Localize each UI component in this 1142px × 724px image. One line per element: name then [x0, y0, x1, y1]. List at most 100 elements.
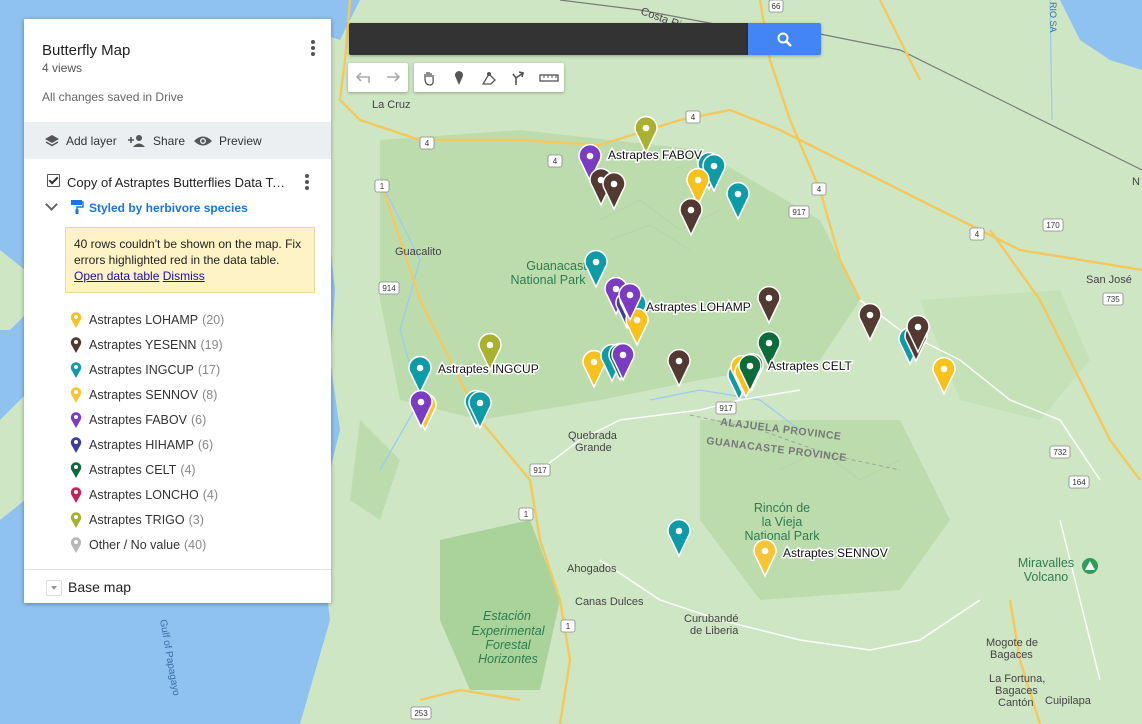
directions-icon	[512, 70, 524, 85]
road-shield: 66	[768, 0, 784, 13]
road-shield-number: 735	[1106, 295, 1120, 304]
collapse-chevron-icon[interactable]	[45, 198, 58, 211]
road-shield-number: 66	[772, 2, 781, 11]
place-label-quebrada-grande-2: Grande	[575, 442, 612, 454]
legend-name: Astraptes LONCHO	[89, 488, 199, 502]
map-pin-icon[interactable]	[70, 511, 82, 529]
base-map-row[interactable]: Base map	[24, 572, 331, 602]
style-by-link[interactable]: Styled by herbivore species	[89, 201, 248, 215]
map-toolbar	[348, 63, 570, 92]
map-pin-icon[interactable]	[70, 536, 82, 554]
place-label-mogote-1: Mogote de	[986, 637, 1038, 649]
legend-count: (19)	[200, 338, 223, 352]
road-shield-number: 1	[524, 510, 529, 519]
legend-item[interactable]: Astraptes YESENN (19)	[24, 333, 331, 358]
preview-button[interactable]: Preview	[193, 122, 262, 159]
map-pin-icon[interactable]	[70, 386, 82, 404]
draw-line-button[interactable]	[474, 63, 504, 92]
open-data-table-link[interactable]: Open data table	[74, 269, 159, 283]
volcano-icon	[1082, 558, 1098, 574]
map-title[interactable]: Butterfly Map	[42, 42, 130, 59]
legend-label: Astraptes LONCHO (4)	[89, 488, 218, 502]
history-group	[348, 63, 408, 92]
legend-label: Astraptes LOHAMP (20)	[89, 313, 224, 327]
pin-label-sennov: Astraptes SENNOV	[783, 546, 888, 560]
pin-label-celt: Astraptes CELT	[768, 359, 852, 373]
map-pin-icon[interactable]	[70, 311, 82, 329]
select-tool-button[interactable]	[414, 63, 444, 92]
legend-item[interactable]: Astraptes HIHAMP (6)	[24, 433, 331, 458]
park-label-rincon-1: Rincón de	[754, 501, 810, 515]
legend-item[interactable]: Astraptes SENNOV (8)	[24, 383, 331, 408]
river-label: RIO SA	[1048, 2, 1058, 33]
estacion-label-2: Experimental	[472, 624, 546, 638]
legend-item[interactable]: Other / No value (40)	[24, 533, 331, 558]
place-label-la-fortuna-1: La Fortuna,	[989, 673, 1045, 685]
expand-arrow-icon[interactable]	[46, 580, 62, 596]
layer-options-button[interactable]	[299, 172, 315, 194]
add-marker-button[interactable]	[444, 63, 474, 92]
legend-count: (4)	[202, 488, 219, 502]
search-input[interactable]	[349, 23, 748, 55]
share-button[interactable]: Share	[127, 122, 185, 159]
hand-icon	[424, 71, 434, 86]
legend-name: Astraptes TRIGO	[89, 513, 185, 527]
road-shield: 4	[685, 110, 701, 124]
ruler-icon	[539, 73, 559, 82]
road-shield: 4	[547, 154, 563, 168]
add-layer-label: Add layer	[66, 133, 117, 148]
directions-button[interactable]	[504, 63, 534, 92]
estacion-label-1: Estación	[483, 609, 531, 623]
search-button[interactable]	[748, 23, 821, 55]
redo-button[interactable]	[378, 63, 408, 92]
measure-button[interactable]	[534, 63, 564, 92]
legend-name: Astraptes HIHAMP	[89, 438, 194, 452]
legend-count: (17)	[197, 363, 221, 377]
warning-text-block: 40 rows couldn't be shown on the map. Fi…	[74, 236, 310, 284]
road-shield: 732	[1049, 445, 1071, 459]
road-shield: 1	[374, 179, 390, 193]
save-status: All changes saved in Drive	[42, 90, 184, 104]
place-label-la-fortuna-2: Bagaces	[995, 685, 1038, 697]
map-pin-icon[interactable]	[70, 436, 82, 454]
road-shield-number: 4	[975, 230, 980, 239]
preview-label: Preview	[219, 133, 262, 148]
legend-item[interactable]: Astraptes LONCHO (4)	[24, 483, 331, 508]
road-shield: 914	[378, 281, 400, 295]
layer-name[interactable]: Copy of Astraptes Butterflies Data Table	[67, 175, 292, 190]
place-label-la-cruz: La Cruz	[372, 99, 411, 111]
legend-item[interactable]: Astraptes CELT (4)	[24, 458, 331, 483]
place-label-cuipilapa: Cuipilapa	[1045, 695, 1092, 707]
legend-count: (4)	[180, 463, 196, 477]
road-shield-number: 4	[425, 139, 430, 148]
map-pin-icon[interactable]	[70, 361, 82, 379]
legend-item[interactable]: Astraptes TRIGO (3)	[24, 508, 331, 533]
layer-visibility-checkbox[interactable]	[47, 174, 60, 187]
panel-actions: Add layer Share Preview	[24, 122, 331, 159]
legend-item[interactable]: Astraptes LOHAMP (20)	[24, 308, 331, 333]
paint-roller-icon[interactable]	[70, 199, 84, 215]
map-pin-icon[interactable]	[70, 336, 82, 354]
legend-item[interactable]: Astraptes FABOV (6)	[24, 408, 331, 433]
map-pin-icon[interactable]	[70, 486, 82, 504]
add-layer-button[interactable]: Add layer	[44, 122, 117, 159]
road-shield-number: 170	[1046, 221, 1060, 230]
legend-name: Astraptes SENNOV	[89, 388, 199, 402]
legend-item[interactable]: Astraptes INGCUP (17)	[24, 358, 331, 383]
road-shield: 917	[715, 401, 737, 415]
search-icon	[777, 32, 792, 47]
road-shield: 1	[518, 507, 534, 521]
undo-button[interactable]	[348, 63, 378, 92]
road-shield: 4	[811, 182, 827, 196]
road-shield-number: 4	[553, 157, 558, 166]
estacion-label-3: Forestal	[485, 638, 531, 652]
layer-style-row: Styled by herbivore species	[24, 197, 331, 219]
map-pin-icon[interactable]	[70, 411, 82, 429]
map-panel: Butterfly Map 4 views All changes saved …	[24, 19, 331, 603]
layers-icon	[45, 134, 59, 146]
estacion-label-4: Horizontes	[478, 652, 538, 666]
draw-line-icon	[481, 71, 496, 85]
map-pin-icon[interactable]	[70, 461, 82, 479]
map-options-button[interactable]	[305, 38, 321, 60]
dismiss-link[interactable]: Dismiss	[163, 269, 205, 283]
